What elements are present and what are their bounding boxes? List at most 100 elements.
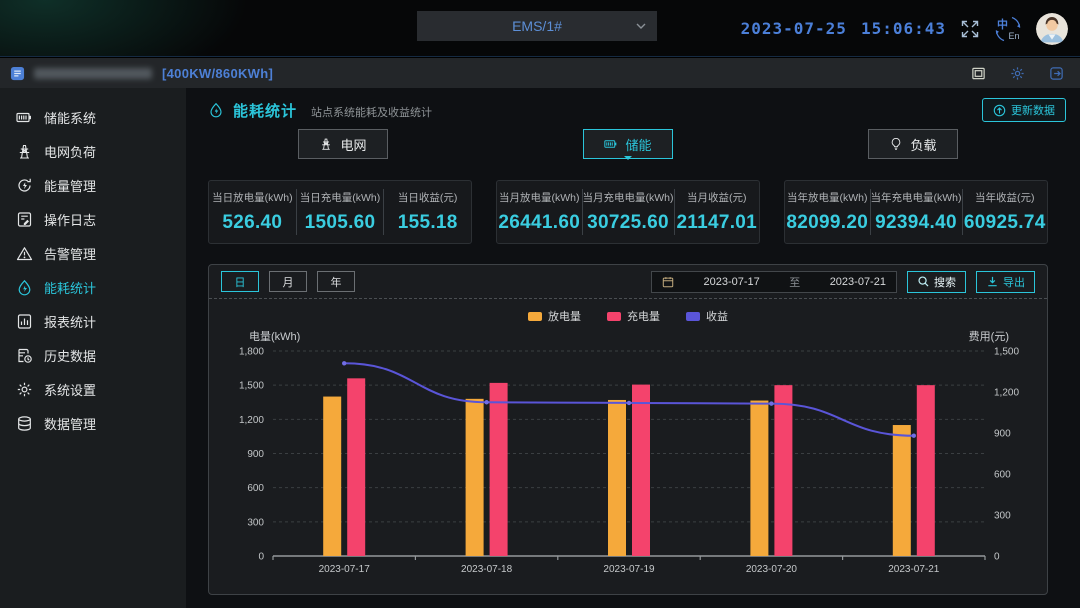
svg-text:1,500: 1,500	[994, 347, 1019, 358]
range-separator: 至	[789, 274, 800, 290]
page-header: 能耗统计 站点系统能耗及收益统计 更新数据	[208, 95, 1066, 125]
stat-label: 当月收益(元)	[687, 190, 747, 205]
history-clock-icon	[16, 347, 33, 364]
language-toggle-button[interactable]: 中 En	[994, 15, 1022, 43]
left-axis-title: 电量(kWh)	[249, 328, 300, 344]
stat-value: 30725.60	[587, 212, 669, 234]
exit-system-button[interactable]	[1049, 66, 1064, 81]
station-title-bar: [400KW/860KWh]	[0, 58, 1080, 88]
station-selector[interactable]: EMS/1#	[417, 11, 657, 41]
avatar-image	[1036, 13, 1068, 45]
stat-yearly-discharge: 当年放电量(kWh) 82099.20	[785, 189, 870, 235]
svg-text:1,500: 1,500	[239, 381, 264, 392]
svg-text:中: 中	[997, 17, 1008, 31]
period-day-button[interactable]: 日	[221, 271, 259, 292]
battery-icon	[16, 109, 33, 126]
legend-profit[interactable]: 收益	[686, 308, 728, 324]
legend-label: 放电量	[548, 308, 581, 324]
svg-text:900: 900	[994, 429, 1011, 440]
svg-text:2023-07-18: 2023-07-18	[461, 564, 513, 575]
stat-cards-row: 当日放电量(kWh) 526.40 当日充电量(kWh) 1505.60 当日收…	[208, 180, 1048, 244]
sidebar-item-label: 告警管理	[44, 244, 96, 263]
calendar-icon	[662, 276, 674, 288]
exit-icon	[1049, 66, 1064, 81]
sidebar-item-data-management[interactable]: 数据管理	[0, 406, 186, 440]
stat-label: 当月充电电量(kWh)	[583, 190, 674, 205]
date-range-picker[interactable]: 2023-07-17 至 2023-07-21	[651, 271, 897, 293]
search-icon	[917, 275, 930, 288]
current-time: 15:06:43	[861, 19, 946, 38]
refresh-data-label: 更新数据	[1011, 102, 1055, 118]
stat-value: 21147.01	[676, 212, 757, 234]
chart-legend: 放电量 充电量 收益	[209, 303, 1047, 329]
stat-card-daily: 当日放电量(kWh) 526.40 当日充电量(kWh) 1505.60 当日收…	[208, 180, 472, 244]
energy-drop-icon	[16, 279, 33, 296]
sidebar-item-grid-load[interactable]: 电网负荷	[0, 134, 186, 168]
category-tabs: 电网 储能 负载	[208, 129, 1048, 159]
alarm-triangle-icon	[16, 245, 33, 262]
stat-label: 当月放电量(kWh)	[499, 190, 580, 205]
svg-text:600: 600	[247, 483, 264, 494]
user-avatar[interactable]	[1036, 13, 1068, 45]
main-content: 能耗统计 站点系统能耗及收益统计 更新数据 电网	[186, 88, 1080, 608]
search-button[interactable]: 搜索	[907, 271, 966, 293]
right-axis-title: 费用(元)	[969, 328, 1009, 344]
stat-monthly-profit: 当月收益(元) 21147.01	[674, 189, 760, 235]
sidebar-item-storage-system[interactable]: 储能系统	[0, 100, 186, 134]
legend-swatch-discharge	[528, 312, 542, 321]
search-label: 搜索	[934, 274, 956, 290]
sidebar-item-label: 报表统计	[44, 312, 96, 331]
chart-panel: 日 月 年 2023-07-17 至 2023-07-21	[208, 264, 1048, 595]
sidebar-item-system-settings[interactable]: 系统设置	[0, 372, 186, 406]
energy-drop-header-icon	[208, 102, 224, 118]
current-date: 2023-07-25	[741, 19, 847, 38]
stat-label: 当日充电量(kWh)	[300, 190, 381, 205]
gear-icon	[1010, 66, 1025, 81]
settings-gear-button[interactable]	[1010, 66, 1025, 81]
stat-label: 当日收益(元)	[398, 190, 458, 205]
monitor-view-button[interactable]	[971, 66, 986, 81]
export-button[interactable]: 导出	[976, 271, 1035, 293]
chart-controls: 日 月 年 2023-07-17 至 2023-07-21	[209, 265, 1047, 299]
stat-monthly-discharge: 当月放电量(kWh) 26441.60	[497, 189, 582, 235]
sidebar-item-energy-statistics[interactable]: 能耗统计	[0, 270, 186, 304]
legend-charge[interactable]: 充电量	[607, 308, 660, 324]
stat-monthly-charge: 当月充电电量(kWh) 30725.60	[582, 189, 674, 235]
settings-gear-icon	[16, 381, 33, 398]
stat-daily-charge: 当日充电量(kWh) 1505.60	[296, 189, 384, 235]
svg-text:En: En	[1009, 31, 1020, 41]
chevron-down-icon	[636, 23, 646, 29]
svg-text:1,200: 1,200	[994, 388, 1019, 399]
sidebar-item-operation-log[interactable]: 操作日志	[0, 202, 186, 236]
station-selector-value: EMS/1#	[512, 18, 562, 34]
stat-label: 当年放电量(kWh)	[787, 190, 868, 205]
svg-text:1,200: 1,200	[239, 415, 264, 426]
stat-daily-profit: 当日收益(元) 155.18	[383, 189, 471, 235]
svg-text:2023-07-21: 2023-07-21	[888, 564, 940, 575]
tab-storage[interactable]: 储能	[583, 129, 673, 159]
ems-dashboard: EMS/1# 2023-07-25 15:06:43 中 En	[0, 0, 1080, 608]
sidebar-item-label: 能耗统计	[44, 278, 96, 297]
refresh-data-button[interactable]: 更新数据	[982, 98, 1066, 122]
battery-icon	[604, 137, 618, 151]
period-month-button[interactable]: 月	[269, 271, 307, 292]
sidebar-item-report-statistics[interactable]: 报表统计	[0, 304, 186, 338]
sidebar-item-alarm-management[interactable]: 告警管理	[0, 236, 186, 270]
tab-grid[interactable]: 电网	[298, 129, 388, 159]
sidebar-item-energy-management[interactable]: 能量管理	[0, 168, 186, 202]
period-year-button[interactable]: 年	[317, 271, 355, 292]
fullscreen-button[interactable]	[960, 19, 980, 39]
monitor-icon	[971, 66, 986, 81]
legend-swatch-charge	[607, 312, 621, 321]
bulb-icon	[889, 137, 903, 151]
stat-value: 92394.40	[875, 212, 957, 234]
tab-label: 电网	[340, 135, 366, 154]
stat-value: 155.18	[398, 212, 458, 234]
station-list-icon	[10, 66, 25, 81]
tab-load[interactable]: 负载	[868, 129, 958, 159]
legend-discharge[interactable]: 放电量	[528, 308, 581, 324]
operation-log-icon	[16, 211, 33, 228]
report-chart-icon	[16, 313, 33, 330]
language-zh-en-icon: 中 En	[994, 15, 1022, 43]
sidebar-item-history-data[interactable]: 历史数据	[0, 338, 186, 372]
